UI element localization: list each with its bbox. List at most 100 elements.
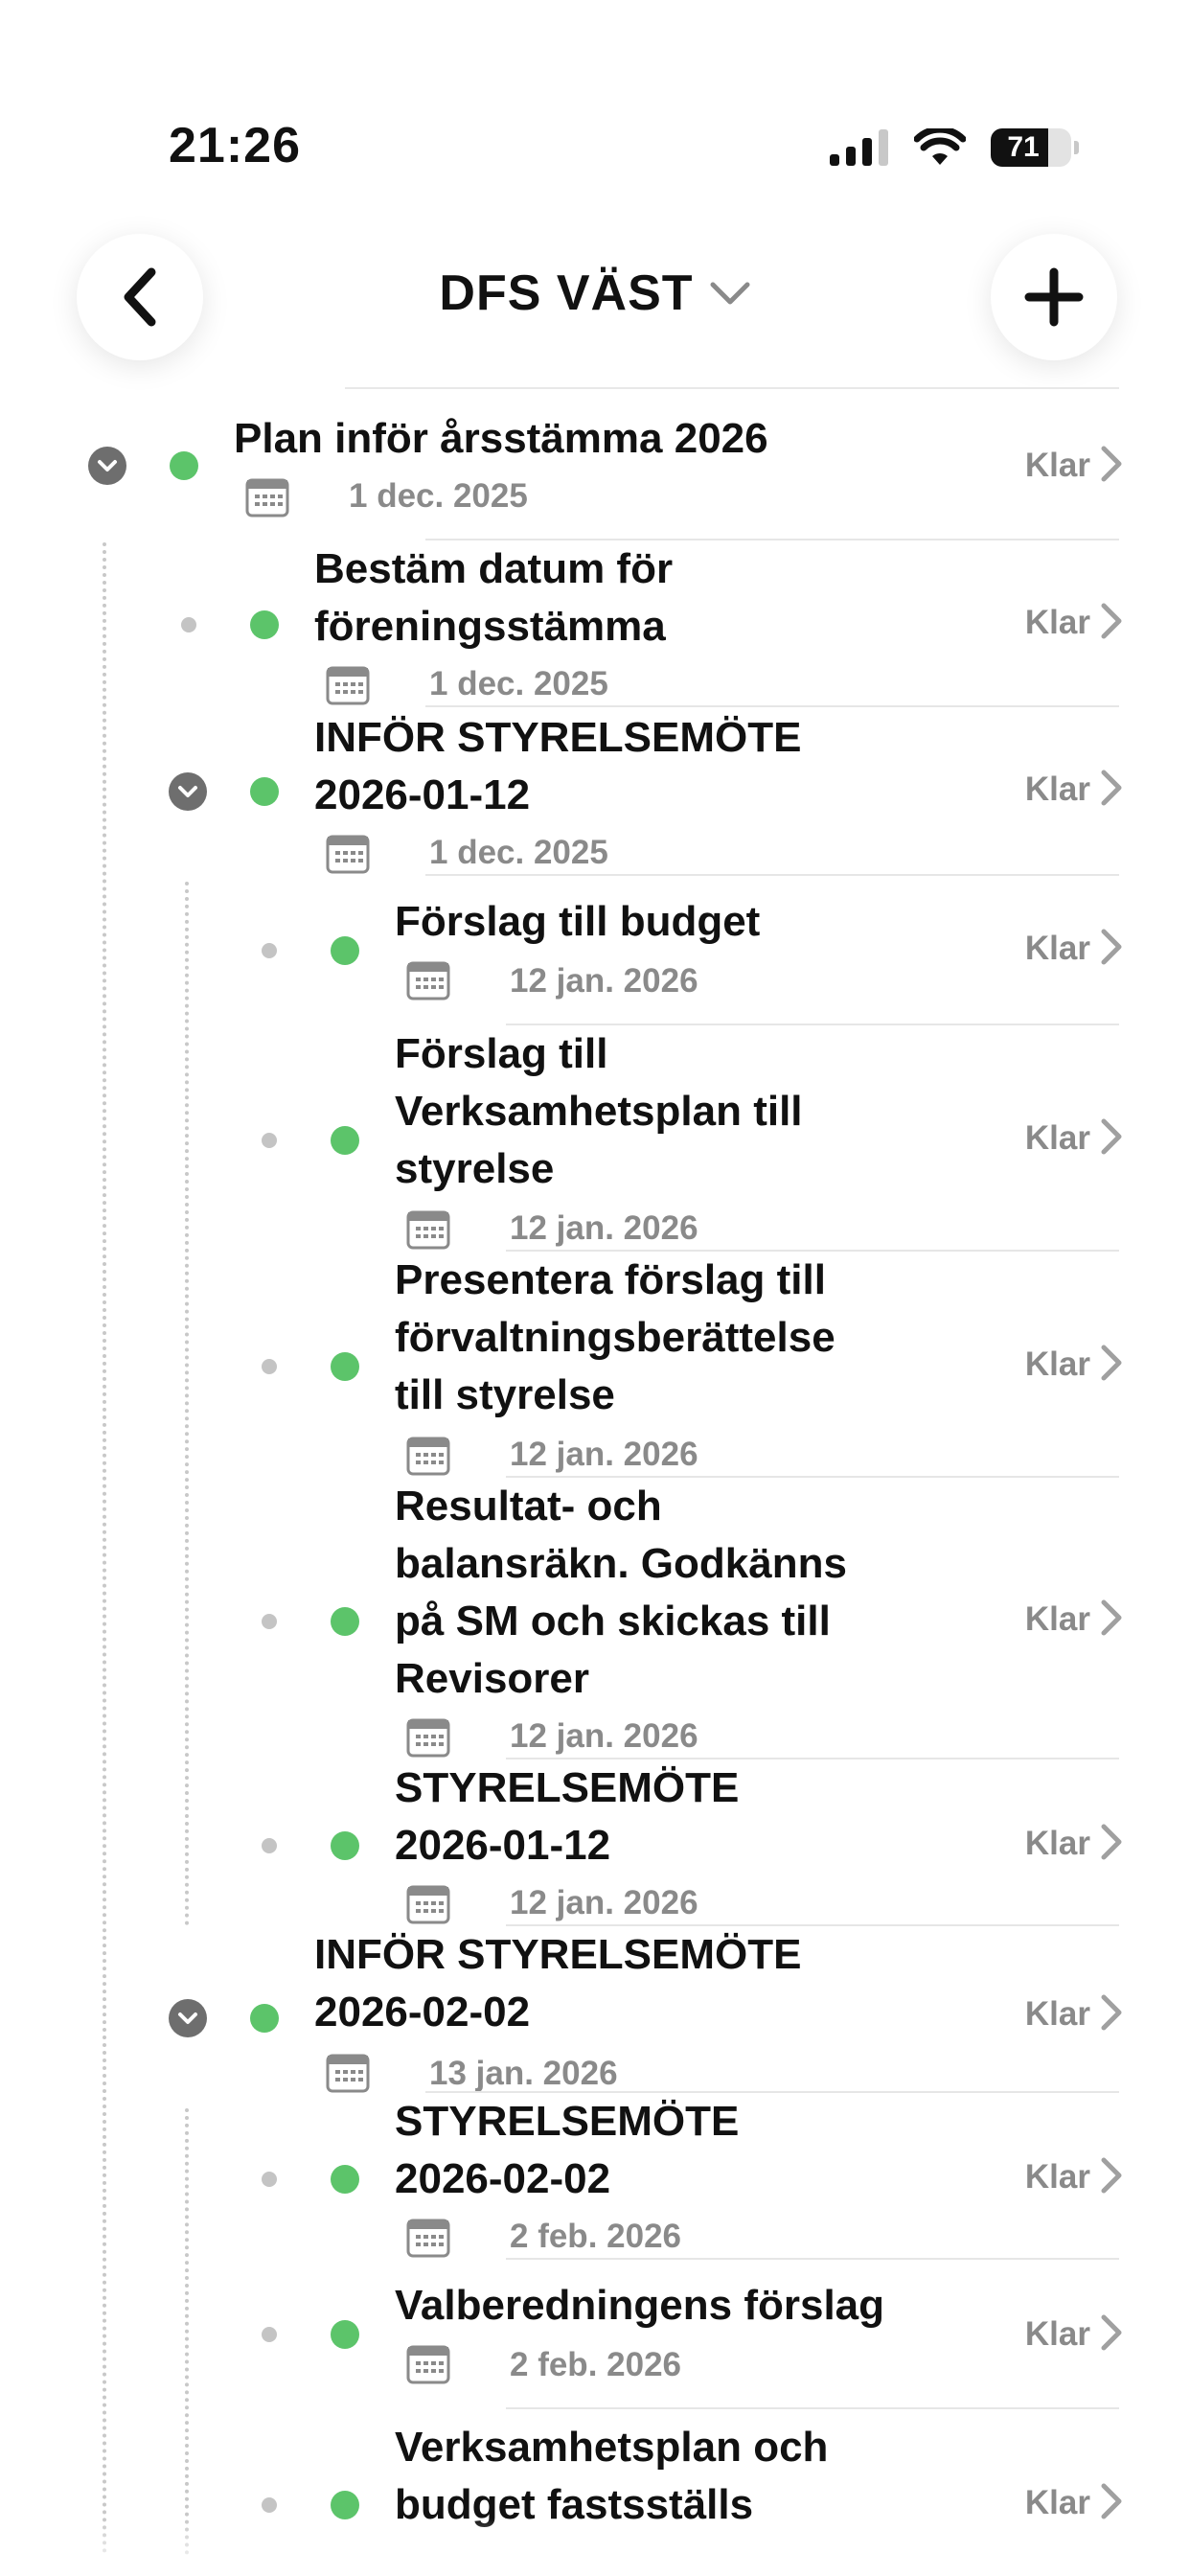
task-title: INFÖR STYRELSEMÖTE 2026-02-02 [314, 1931, 802, 2036]
task-title: Presentera förslag till förvaltningsberä… [395, 1256, 835, 1418]
chevron-right-icon [1101, 446, 1122, 482]
chevron-right-icon [1101, 1599, 1122, 1636]
task-status: Klar [1024, 930, 1090, 967]
chevron-right-icon [1101, 1824, 1122, 1860]
list-item[interactable]: STYRELSEMÖTE 2026-02-02 2 feb. 2026 Klar [0, 2093, 1190, 2260]
list-item[interactable]: INFÖR STYRELSEMÖTE 2026-01-12 1 dec. 202… [0, 709, 1190, 874]
page-title: DFS VÄST [439, 265, 694, 321]
collapse-toggle[interactable] [169, 1999, 207, 2037]
chevron-right-icon [1101, 1345, 1122, 1381]
tree-node-dot [262, 2172, 277, 2187]
status-dot [250, 610, 279, 639]
task-status: Klar [1024, 2158, 1090, 2196]
list-item[interactable]: Förslag till Verksamhetsplan till styrel… [0, 1025, 1190, 1252]
task-date: 12 jan. 2026 [510, 962, 698, 1000]
calendar-icon [406, 1718, 450, 1758]
chevron-down-icon [178, 2012, 197, 2024]
chevron-right-icon [1101, 929, 1122, 965]
task-title: Plan inför årsstämma 2026 [234, 415, 768, 462]
task-date: 1 dec. 2025 [349, 477, 528, 515]
status-dot [331, 2320, 359, 2349]
header-divider [345, 387, 1119, 389]
list-item[interactable]: STYRELSEMÖTE 2026-01-12 12 jan. 2026 Kla… [0, 1760, 1190, 1926]
tree-node-dot [262, 943, 277, 958]
task-title: Bestäm datum för föreningsstämma [314, 545, 674, 650]
task-date: 12 jan. 2026 [510, 1717, 698, 1755]
task-status: Klar [1024, 1346, 1090, 1383]
list-item[interactable]: Presentera förslag till förvaltningsberä… [0, 1252, 1190, 1478]
task-status: Klar [1024, 770, 1090, 808]
bottom-fade [0, 2518, 1190, 2576]
status-dot [331, 2491, 359, 2519]
task-title: Resultat- och balansräkn. Godkänns på SM… [395, 1483, 847, 1702]
calendar-icon [406, 2219, 450, 2258]
battery-icon: 71 [991, 128, 1079, 167]
list-item[interactable]: Resultat- och balansräkn. Godkänns på SM… [0, 1478, 1190, 1760]
status-dot [331, 1126, 359, 1155]
status-dot [331, 1831, 359, 1860]
task-title: Förslag till Verksamhetsplan till styrel… [395, 1030, 803, 1192]
status-time: 21:26 [169, 118, 301, 173]
task-status: Klar [1024, 447, 1090, 484]
status-dot [250, 2004, 279, 2033]
status-dot [250, 777, 279, 806]
calendar-icon [326, 666, 370, 705]
task-title: Verksamhetsplan och budget fastsställs [395, 2424, 829, 2528]
task-status: Klar [1024, 1995, 1090, 2033]
tree-node-dot [262, 1838, 277, 1853]
list-item[interactable]: Bestäm datum för föreningsstämma 1 dec. … [0, 540, 1190, 705]
chevron-right-icon [1101, 770, 1122, 806]
status-dot [331, 2165, 359, 2194]
chevron-right-icon [1101, 1994, 1122, 2031]
chevron-down-icon [178, 786, 197, 797]
collapse-toggle[interactable] [88, 447, 126, 485]
tree-node-dot [262, 2497, 277, 2513]
calendar-icon [406, 1210, 450, 1250]
plus-icon [1024, 267, 1084, 327]
task-date: 12 jan. 2026 [510, 1209, 698, 1247]
tree-node-dot [262, 1614, 277, 1629]
tree-node-dot [262, 1359, 277, 1374]
status-dot [331, 1607, 359, 1636]
tree-node-dot [262, 1133, 277, 1148]
chevron-right-icon [1101, 603, 1122, 639]
add-button[interactable] [991, 234, 1117, 360]
row-divider [506, 2258, 1119, 2260]
cellular-signal-icon [830, 129, 888, 166]
task-date: 2 feb. 2026 [510, 2218, 681, 2255]
status-dot [170, 451, 198, 480]
battery-level: 71 [1007, 131, 1040, 163]
task-status: Klar [1024, 2484, 1090, 2521]
chevron-right-icon [1101, 2483, 1122, 2519]
list-item[interactable]: Plan inför årsstämma 2026 1 dec. 2025 Kl… [0, 402, 1190, 546]
calendar-icon [245, 478, 289, 518]
task-title: INFÖR STYRELSEMÖTE 2026-01-12 [314, 714, 802, 818]
task-title: STYRELSEMÖTE 2026-02-02 [395, 2098, 740, 2202]
screen: 21:26 71 DFS VÄST Plan inför årsstämma 2… [0, 0, 1190, 2576]
calendar-icon [406, 2345, 450, 2384]
calendar-icon [326, 2054, 370, 2093]
status-icons: 71 [830, 128, 1079, 167]
task-date: 12 jan. 2026 [510, 1884, 698, 1921]
list-item[interactable]: INFÖR STYRELSEMÖTE 2026-02-02 13 jan. 20… [0, 1926, 1190, 2093]
chevron-right-icon [1101, 1118, 1122, 1155]
calendar-icon [326, 835, 370, 874]
task-title: STYRELSEMÖTE 2026-01-12 [395, 1764, 740, 1869]
task-date: 12 jan. 2026 [510, 1436, 698, 1473]
task-status: Klar [1024, 1825, 1090, 1862]
task-title: Förslag till budget [395, 898, 761, 945]
status-dot [331, 936, 359, 965]
tree-node-dot [262, 2327, 277, 2342]
chevron-right-icon [1101, 2314, 1122, 2351]
list-item[interactable]: Förslag till budget 12 jan. 2026 Klar [0, 893, 1190, 1020]
task-status: Klar [1024, 1600, 1090, 1638]
task-date: 1 dec. 2025 [429, 665, 608, 702]
chevron-right-icon [1101, 2157, 1122, 2194]
tree-node-dot [181, 617, 196, 632]
collapse-toggle[interactable] [169, 772, 207, 811]
task-status: Klar [1024, 604, 1090, 641]
task-status: Klar [1024, 1119, 1090, 1157]
chevron-down-icon [710, 282, 750, 305]
status-dot [331, 1352, 359, 1381]
list-item[interactable]: Valberedningens förslag 2 feb. 2026 Klar [0, 2277, 1190, 2405]
